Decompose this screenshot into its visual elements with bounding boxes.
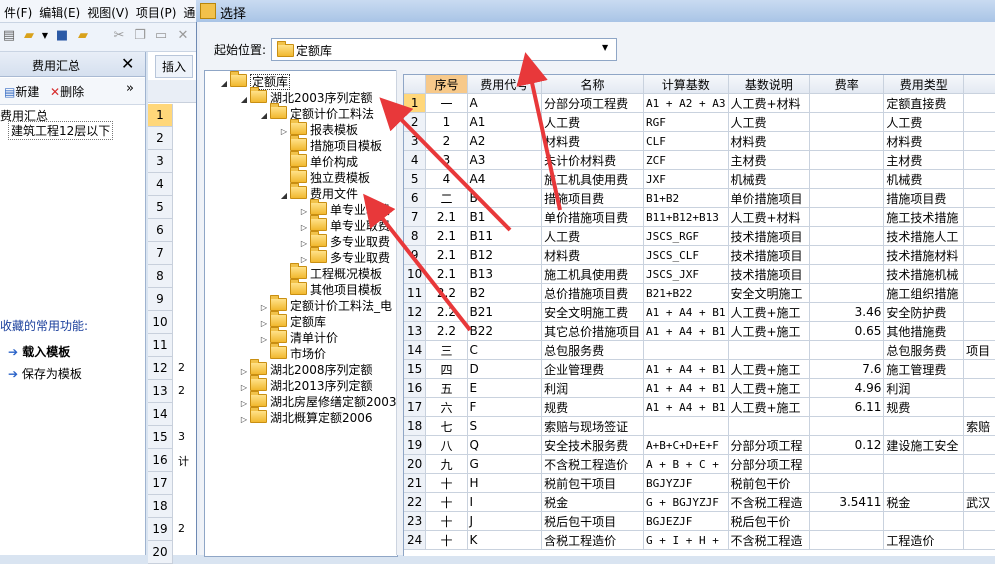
annotation-arrow-3 [363, 193, 472, 332]
annotation-arrows [363, 52, 562, 332]
annotation-arrow-2 [379, 97, 512, 232]
annotation-arrow-1 [516, 52, 562, 211]
